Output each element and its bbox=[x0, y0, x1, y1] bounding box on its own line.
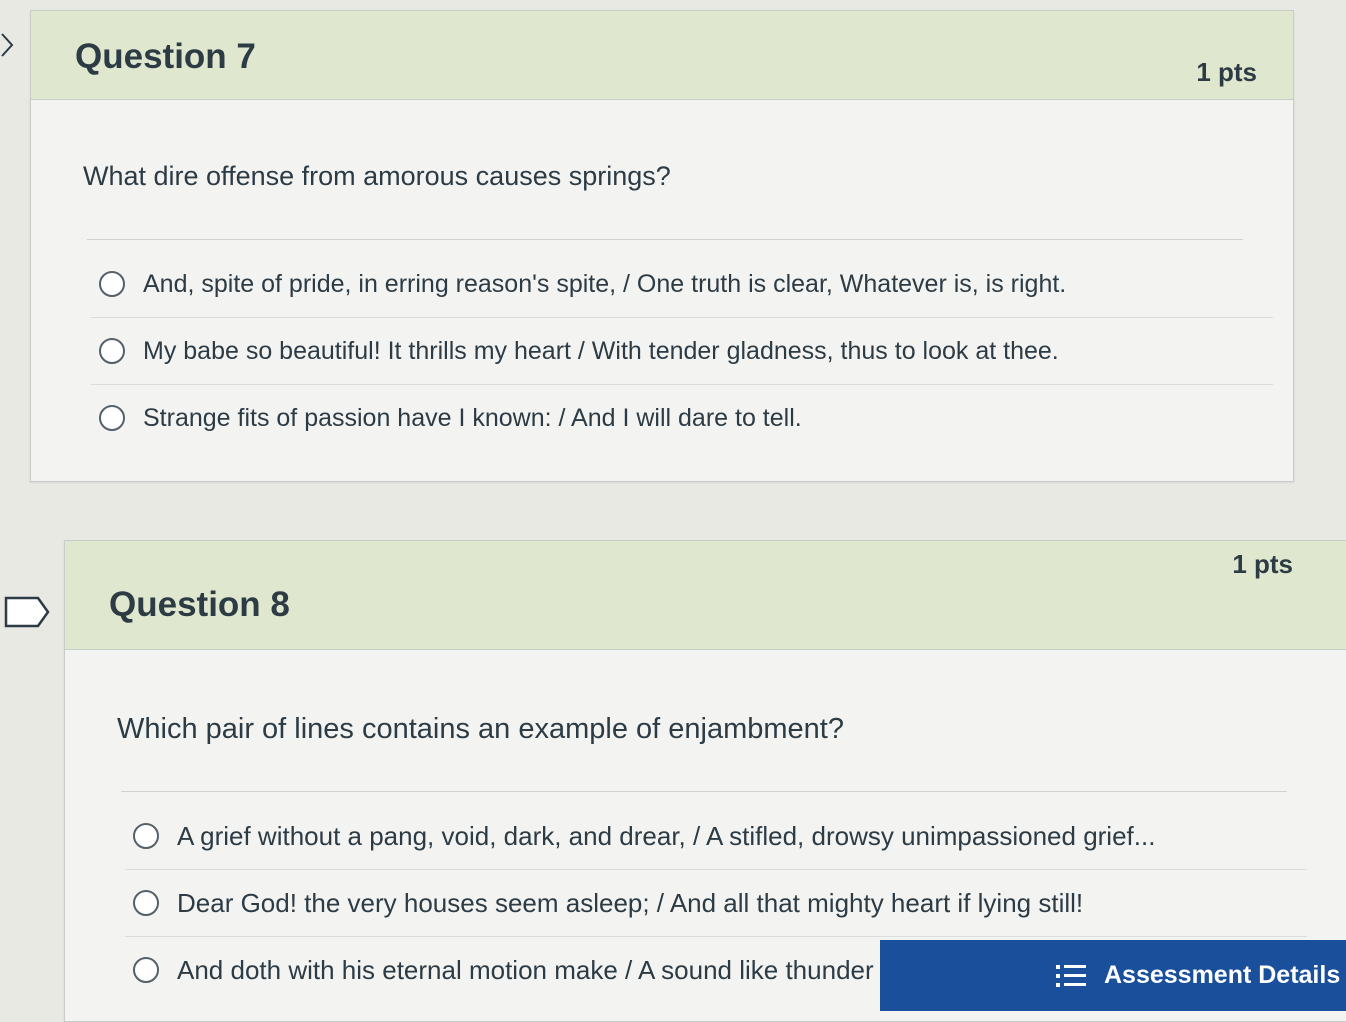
answer-option[interactable]: My babe so beautiful! It thrills my hear… bbox=[91, 318, 1273, 385]
chevron-right-icon[interactable] bbox=[0, 30, 20, 60]
divider bbox=[87, 239, 1243, 240]
radio-button[interactable] bbox=[99, 271, 125, 297]
divider bbox=[121, 791, 1287, 792]
answer-label: Dear God! the very houses seem asleep; /… bbox=[177, 887, 1084, 918]
answer-option[interactable]: A grief without a pang, void, dark, and … bbox=[125, 803, 1307, 870]
question-text: What dire offense from amorous causes sp… bbox=[83, 161, 671, 191]
answer-option[interactable]: And, spite of pride, in erring reason's … bbox=[91, 251, 1273, 318]
question-title: Question 8 bbox=[109, 585, 290, 624]
answer-label: My babe so beautiful! It thrills my hear… bbox=[143, 336, 1059, 365]
answer-option[interactable]: Dear God! the very houses seem asleep; /… bbox=[125, 870, 1307, 937]
answer-label: A grief without a pang, void, dark, and … bbox=[177, 820, 1156, 851]
answer-label: And, spite of pride, in erring reason's … bbox=[143, 269, 1067, 298]
answer-list: And, spite of pride, in erring reason's … bbox=[31, 251, 1293, 451]
assessment-details-button[interactable]: Assessment Details bbox=[880, 940, 1346, 1011]
answer-option[interactable]: Strange fits of passion have I known: / … bbox=[91, 385, 1273, 451]
radio-button[interactable] bbox=[133, 823, 159, 849]
radio-button[interactable] bbox=[133, 890, 159, 916]
answer-label: Strange fits of passion have I known: / … bbox=[143, 403, 802, 432]
question-text: Which pair of lines contains an example … bbox=[117, 713, 844, 745]
radio-button[interactable] bbox=[99, 405, 125, 431]
question-title: Question 7 bbox=[75, 37, 256, 76]
radio-button[interactable] bbox=[133, 957, 159, 983]
assessment-details-label: Assessment Details bbox=[1104, 961, 1341, 989]
question-points: 1 pts bbox=[1232, 549, 1293, 579]
radio-button[interactable] bbox=[99, 338, 125, 364]
flag-outline-icon[interactable] bbox=[4, 594, 50, 630]
question-7-card: Question 7 1 pts What dire offense from … bbox=[30, 10, 1294, 482]
question-header: Question 8 1 pts bbox=[65, 541, 1346, 650]
question-header: Question 7 1 pts bbox=[31, 11, 1293, 100]
list-icon bbox=[1056, 964, 1086, 987]
question-points: 1 pts bbox=[1196, 57, 1257, 87]
